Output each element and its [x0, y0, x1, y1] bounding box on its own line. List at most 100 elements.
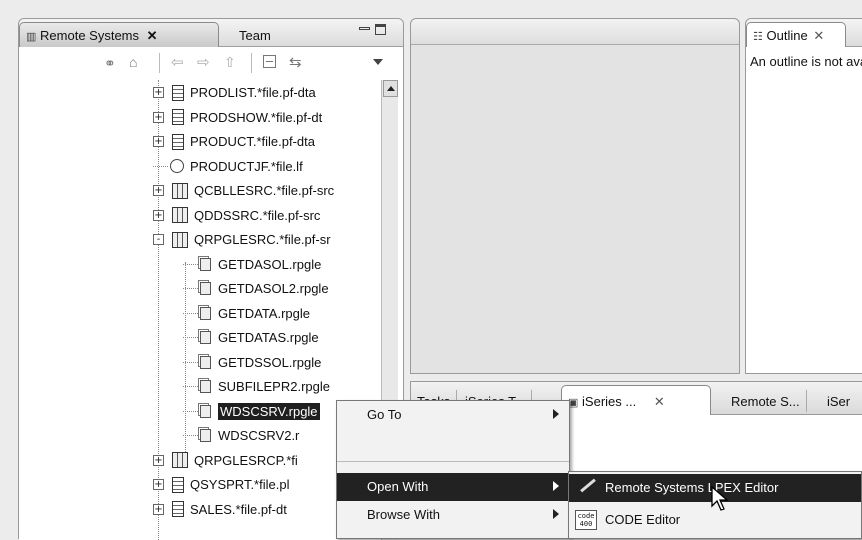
- tree-item[interactable]: + QRPGLESRCP.*fi: [153, 450, 298, 471]
- separator: [159, 53, 160, 73]
- tree-item[interactable]: + QCBLLESRC.*file.pf-src: [153, 180, 334, 201]
- mouse-cursor-icon: [711, 485, 729, 511]
- tree-item-label: PRODSHOW.*file.pf-dt: [190, 109, 323, 125]
- remote-systems-tree[interactable]: + PRODLIST.*file.pf-dta + PRODSHOW.*file.pf…: [19, 80, 381, 540]
- tree-item-label: SUBFILEPR2.rpgle: [218, 379, 330, 394]
- up-icon[interactable]: ⇧: [224, 54, 236, 71]
- maximize-icon[interactable]: [375, 24, 386, 35]
- physical-file-icon: [172, 476, 184, 493]
- tab-iseries-other-label: iSer: [827, 394, 851, 409]
- tree-item[interactable]: GETDASOL2.rpgle: [183, 278, 329, 299]
- scroll-up-button[interactable]: [383, 80, 398, 97]
- tree-item[interactable]: - QRPGLESRC.*file.pf-sr: [153, 229, 331, 250]
- tree-item-label: QRPGLESRCP.*fi: [194, 452, 298, 468]
- view-menu-icon[interactable]: [373, 59, 383, 65]
- member-icon: [200, 404, 211, 418]
- expand-toggle-icon[interactable]: +: [153, 454, 164, 466]
- physical-file-icon: [172, 84, 184, 101]
- remote-systems-icon: ▥: [26, 31, 37, 43]
- physical-file-icon: [172, 133, 184, 150]
- outline-tabbar: ☷ Outline ✕: [746, 19, 862, 47]
- submenu-arrow-icon: [553, 509, 559, 519]
- tree-connector: [183, 288, 198, 289]
- tab-remote-search[interactable]: Remote S...: [725, 390, 807, 412]
- tree-item[interactable]: SUBFILEPR2.rpgle: [183, 376, 330, 397]
- tree-item-label: GETDATA.rpgle: [218, 305, 310, 321]
- expand-toggle-icon[interactable]: +: [153, 111, 164, 123]
- source-file-icon: [172, 452, 188, 468]
- tab-outline[interactable]: ☷ Outline ✕: [746, 22, 846, 47]
- tree-item[interactable]: + PRODSHOW.*file.pf-dt: [153, 107, 322, 128]
- menu-item-open-with-label: Open With: [367, 479, 429, 494]
- menu-item-go-to[interactable]: Go To: [337, 401, 569, 429]
- tree-item[interactable]: WDSCSRV.rpgle: [183, 401, 320, 422]
- expand-toggle-icon[interactable]: +: [153, 209, 164, 221]
- submenu-item-lpex-editor-label: Remote Systems LPEX Editor: [605, 480, 779, 495]
- menu-item-open-with[interactable]: Open With: [337, 473, 569, 501]
- collapse-all-icon[interactable]: [263, 55, 276, 68]
- close-icon[interactable]: ✕: [813, 28, 824, 43]
- physical-file-icon: [172, 501, 184, 517]
- submenu-item-code-editor-label: CODE Editor: [605, 512, 681, 527]
- back-arrow-icon[interactable]: ⇦: [171, 53, 184, 71]
- tree-item-label: QRPGLESRC.*file.pf-sr: [194, 232, 331, 247]
- tab-iseries-active[interactable]: ▣ iSeries ... ✕: [561, 385, 711, 415]
- physical-file-icon: [172, 109, 184, 125]
- tree-item[interactable]: + PRODUCT.*file.pf-dta: [153, 131, 315, 152]
- tree-item[interactable]: GETDASOL.rpgle: [183, 254, 321, 275]
- tree-item-label: SALES.*file.pf-dt: [190, 501, 287, 517]
- editor-area: [410, 18, 740, 374]
- tree-connector: [183, 312, 198, 314]
- source-file-icon: [172, 182, 188, 199]
- member-icon: [200, 306, 211, 320]
- collapse-toggle-icon[interactable]: -: [153, 234, 164, 245]
- tree-item-label: QCBLLESRC.*file.pf-src: [194, 183, 335, 198]
- tree-item[interactable]: GETDATA.rpgle: [183, 303, 310, 324]
- source-file-icon: [172, 207, 188, 223]
- tree-item[interactable]: + SALES.*file.pf-dt: [153, 499, 287, 520]
- tree-item[interactable]: WDSCSRV2.r: [183, 425, 299, 446]
- tab-team[interactable]: Team: [233, 24, 277, 46]
- tab-remote-search-label: Remote S...: [731, 394, 800, 409]
- menu-item-browse-with-label: Browse With: [367, 507, 440, 522]
- menu-item-browse-with[interactable]: Browse With: [337, 501, 569, 529]
- tree-connector: [153, 165, 168, 167]
- member-icon: [200, 282, 211, 295]
- tree-item-label: PRODUCTJF.*file.lf: [190, 158, 303, 174]
- tree-item[interactable]: GETDSSOL.rpgle: [183, 352, 321, 373]
- submenu-arrow-icon: [553, 481, 559, 491]
- source-file-icon: [172, 231, 188, 248]
- outline-view: ☷ Outline ✕ An outline is not available.: [745, 18, 862, 374]
- home-icon[interactable]: ⌂: [129, 54, 137, 70]
- tab-iseries-active-label: iSeries ...: [582, 394, 637, 409]
- expand-toggle-icon[interactable]: +: [153, 87, 164, 98]
- tree-item[interactable]: GETDATAS.rpgle: [183, 327, 319, 348]
- tree-item-label: GETDASOL.rpgle: [218, 256, 322, 272]
- tree-item[interactable]: + QSYSPRT.*file.pl: [153, 474, 289, 495]
- outline-icon: ☷: [753, 31, 763, 43]
- expand-toggle-icon[interactable]: +: [153, 503, 164, 515]
- tree-item[interactable]: + QDDSSRC.*file.pf-src: [153, 205, 320, 226]
- tree-item[interactable]: PRODUCTJF.*file.lf: [153, 156, 303, 177]
- tree-item-label: PRODUCT.*file.pf-dta: [190, 134, 315, 149]
- expand-toggle-icon[interactable]: +: [153, 479, 164, 490]
- minimize-icon[interactable]: [359, 27, 370, 30]
- menu-separator: [337, 461, 569, 462]
- tree-item-label: GETDASOL2.rpgle: [218, 281, 329, 296]
- tree-connector: [183, 410, 198, 412]
- member-icon: [200, 429, 211, 442]
- tab-team-label: Team: [239, 28, 271, 43]
- tree-connector: [183, 337, 198, 338]
- expand-toggle-icon[interactable]: +: [153, 136, 164, 147]
- member-icon: [200, 380, 211, 393]
- close-icon[interactable]: ✕: [147, 28, 158, 43]
- close-icon[interactable]: ✕: [654, 394, 665, 409]
- pencil-icon: [580, 478, 596, 493]
- link-icon[interactable]: ⚭: [104, 55, 116, 72]
- link-with-editor-icon[interactable]: ⇆: [289, 53, 302, 71]
- tab-iseries-other[interactable]: iSer: [821, 390, 856, 412]
- forward-arrow-icon[interactable]: ⇨: [197, 53, 210, 71]
- tab-remote-systems[interactable]: ▥ Remote Systems ✕: [19, 22, 219, 47]
- expand-toggle-icon[interactable]: +: [153, 185, 164, 196]
- tree-item[interactable]: + PRODLIST.*file.pf-dta: [153, 82, 316, 103]
